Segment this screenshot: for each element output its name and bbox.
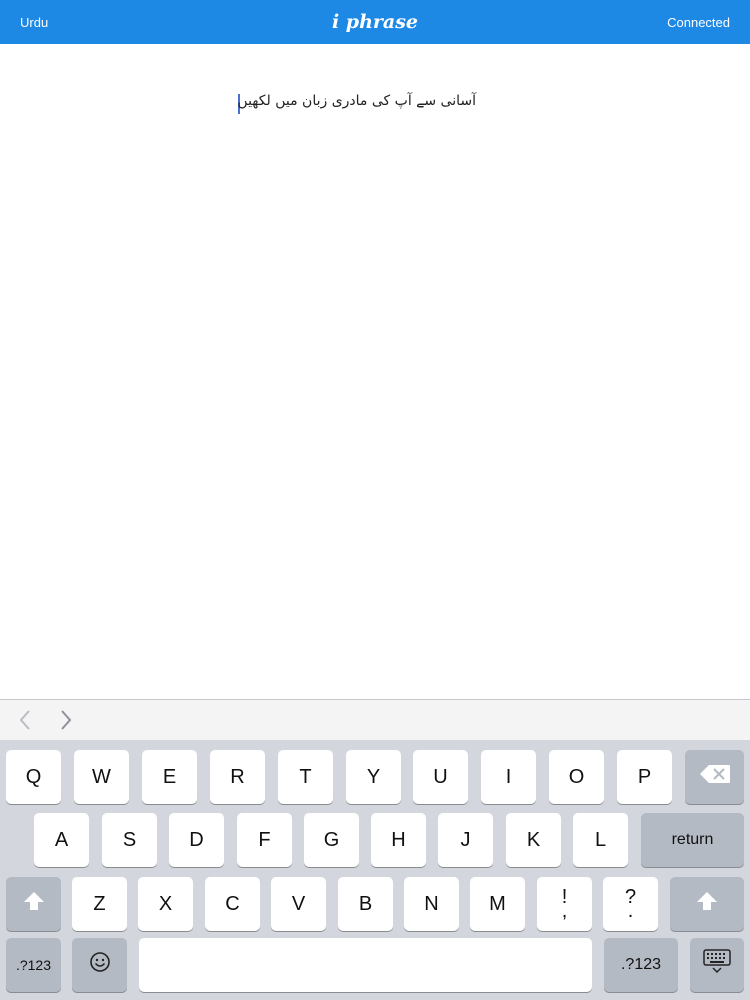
key-r[interactable]: R [210, 750, 265, 804]
editor-text[interactable]: آسانی سے آپ کی مادری زبان میں لکھیں [237, 93, 476, 115]
keyboard-accessory-bar [0, 699, 750, 740]
key-a[interactable]: A [34, 813, 89, 867]
key-t[interactable]: T [278, 750, 333, 804]
key-f[interactable]: F [237, 813, 292, 867]
key-x[interactable]: X [138, 877, 193, 931]
key-q[interactable]: Q [6, 750, 61, 804]
key-i[interactable]: I [481, 750, 536, 804]
keyboard-dismiss-icon [702, 949, 732, 981]
delete-key[interactable] [685, 750, 744, 804]
key-b[interactable]: B [338, 877, 393, 931]
connection-status[interactable]: Connected [667, 0, 730, 44]
hide-keyboard-key[interactable] [690, 938, 744, 992]
key-period-label: . [627, 900, 634, 922]
on-screen-keyboard: Q W E R T Y U I O P A S D F G H J K L re… [0, 740, 750, 1000]
backspace-icon [699, 764, 731, 790]
key-p[interactable]: P [617, 750, 672, 804]
emoji-icon [89, 951, 111, 979]
chevron-right-icon[interactable] [56, 708, 76, 732]
numbers-key-left[interactable]: .?123 [6, 938, 61, 992]
numbers-key-right[interactable]: .?123 [604, 938, 678, 992]
key-y[interactable]: Y [346, 750, 401, 804]
space-bar[interactable] [139, 938, 592, 992]
key-s[interactable]: S [102, 813, 157, 867]
shift-icon [696, 891, 718, 917]
key-w[interactable]: W [74, 750, 129, 804]
key-question-period[interactable]: ? . [603, 877, 658, 931]
key-c[interactable]: C [205, 877, 260, 931]
key-v[interactable]: V [271, 877, 326, 931]
top-bar: Urdu i phrase Connected [0, 0, 750, 44]
emoji-key[interactable] [72, 938, 127, 992]
key-exclaim-comma[interactable]: ! , [537, 877, 592, 931]
return-key[interactable]: return [641, 813, 744, 867]
shift-key-left[interactable] [6, 877, 61, 931]
key-d[interactable]: D [169, 813, 224, 867]
shift-key-right[interactable] [670, 877, 744, 931]
app-title: i phrase [331, 11, 419, 33]
key-g[interactable]: G [304, 813, 359, 867]
key-m[interactable]: M [470, 877, 525, 931]
key-n[interactable]: N [404, 877, 459, 931]
key-k[interactable]: K [506, 813, 561, 867]
key-comma-label: , [561, 900, 568, 922]
key-o[interactable]: O [549, 750, 604, 804]
key-h[interactable]: H [371, 813, 426, 867]
key-z[interactable]: Z [72, 877, 127, 931]
key-j[interactable]: J [438, 813, 493, 867]
shift-icon [23, 891, 45, 917]
key-u[interactable]: U [413, 750, 468, 804]
chevron-left-icon[interactable] [16, 708, 36, 732]
text-editor[interactable]: آسانی سے آپ کی مادری زبان میں لکھیں [0, 44, 750, 699]
key-l[interactable]: L [573, 813, 628, 867]
key-e[interactable]: E [142, 750, 197, 804]
